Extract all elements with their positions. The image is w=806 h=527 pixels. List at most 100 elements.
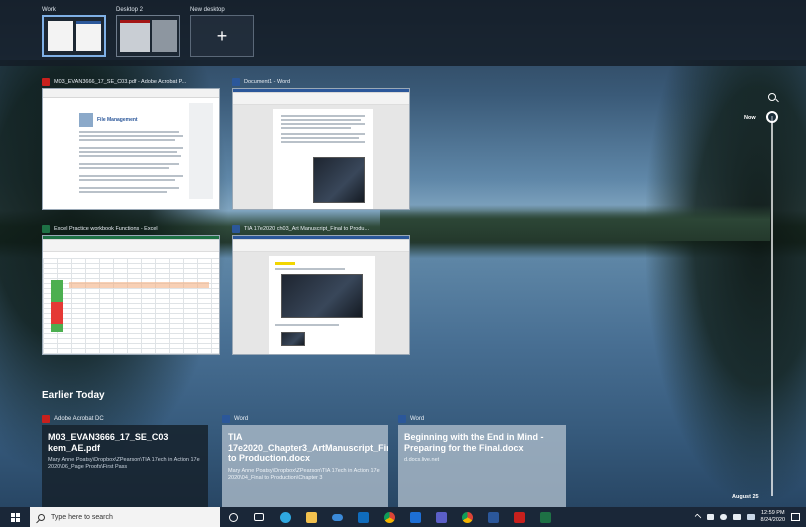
- start-button[interactable]: [0, 507, 30, 527]
- mini-window: [76, 21, 101, 51]
- embedded-screenshot: [313, 157, 365, 203]
- side-panel: [189, 103, 213, 199]
- window-word-document1[interactable]: Document1 - Word: [232, 75, 410, 210]
- chrome-icon[interactable]: [376, 507, 402, 527]
- desktop-2[interactable]: Desktop 2: [116, 5, 180, 57]
- chrome-profile-icon[interactable]: [454, 507, 480, 527]
- cortana-icon[interactable]: [220, 507, 246, 527]
- embedded-screenshot: [281, 332, 305, 346]
- window-title-bar: Document1 - Word: [232, 75, 410, 88]
- teams-icon[interactable]: [428, 507, 454, 527]
- window-acrobat[interactable]: M03_EVAN3666_17_SE_C03.pdf - Adobe Acrob…: [42, 75, 220, 210]
- window-excel[interactable]: Excel Practice workbook Functions - Exce…: [42, 222, 220, 355]
- activity-card[interactable]: Adobe Acrobat DC M03_EVAN3666_17_SE_C03 …: [42, 412, 208, 508]
- card-app-row: Word: [398, 412, 566, 425]
- edge-icon[interactable]: [272, 507, 298, 527]
- card-subtitle: d.docs.live.net: [404, 457, 440, 463]
- highlight-cells-red: [51, 302, 63, 324]
- document-page: [269, 256, 375, 354]
- acrobat-taskbar-icon[interactable]: [506, 507, 532, 527]
- ribbon: [233, 93, 409, 105]
- document-page: [273, 109, 373, 209]
- window-preview[interactable]: [232, 88, 410, 210]
- card-body[interactable]: TIA 17e2020_Chapter3_ArtManuscript_Final…: [222, 425, 388, 508]
- window-preview[interactable]: [42, 235, 220, 355]
- windows-logo-icon: [10, 512, 20, 522]
- activity-card[interactable]: Word Beginning with the End in Mind - Pr…: [398, 412, 566, 508]
- window-title: M03_EVAN3666_17_SE_C03.pdf - Adobe Acrob…: [54, 78, 187, 85]
- card-app-label: Adobe Acrobat DC: [54, 415, 104, 422]
- card-body[interactable]: Beginning with the End in Mind - Prepari…: [398, 425, 566, 508]
- timeline-handle[interactable]: [766, 111, 778, 123]
- card-body[interactable]: M03_EVAN3666_17_SE_C03 kem_AE.pdf Mary A…: [42, 425, 208, 508]
- taskbar-search-box[interactable]: Type here to search: [30, 507, 220, 527]
- mini-window: [152, 20, 177, 52]
- task-view-icon[interactable]: [246, 507, 272, 527]
- plus-icon: +: [216, 25, 228, 46]
- figure-image: [79, 113, 93, 127]
- network-icon[interactable]: [746, 514, 755, 520]
- mail-icon[interactable]: [402, 507, 428, 527]
- timeline-scrollbar[interactable]: [771, 116, 773, 496]
- header-row: [69, 282, 209, 288]
- window-title: Document1 - Word: [244, 78, 291, 85]
- excel-taskbar-icon[interactable]: [532, 507, 558, 527]
- card-app-label: Word: [410, 415, 425, 422]
- clock-date: 8/24/2020: [760, 517, 785, 523]
- taskbar-clock[interactable]: 12:59 PM 8/24/2020: [761, 510, 785, 524]
- card-subtitle: Mary Anne Poatsy\Dropbox\ZPearson\TIA 17…: [228, 467, 380, 481]
- window-word-tia[interactable]: TIA 17e2020 ch03_Art Manuscript_Final to…: [232, 222, 410, 355]
- desktop-label: Work: [42, 7, 56, 13]
- window-title-bar: Excel Practice workbook Functions - Exce…: [42, 222, 220, 235]
- onedrive-icon[interactable]: [324, 507, 350, 527]
- embedded-screenshot: [281, 274, 363, 318]
- battery-icon[interactable]: [706, 514, 714, 520]
- activity-card[interactable]: Word TIA 17e2020_Chapter3_ArtManuscript_…: [222, 412, 388, 508]
- search-placeholder: Type here to search: [51, 513, 113, 521]
- chevron-up-icon[interactable]: [693, 513, 702, 521]
- new-desktop-button[interactable]: +: [190, 15, 254, 57]
- card-title: TIA 17e2020_Chapter3_ArtManuscript_Final…: [228, 432, 388, 463]
- spreadsheet-grid[interactable]: [43, 258, 219, 354]
- desktop-thumbnail[interactable]: [116, 15, 180, 57]
- card-app-row: Adobe Acrobat DC: [42, 412, 208, 425]
- search-icon: [38, 513, 45, 521]
- window-title: Excel Practice workbook Functions - Exce…: [54, 225, 158, 232]
- volume-icon[interactable]: [732, 514, 741, 520]
- notification-icon[interactable]: [791, 513, 800, 521]
- taskbar: Type here to search 12:59 PM 8/24/2020: [0, 507, 806, 527]
- virtual-desktops-bar: Work Desktop 2 New desktop +: [0, 0, 806, 66]
- mini-window: [120, 20, 150, 52]
- timeline-date-label: August 25: [732, 494, 759, 500]
- card-title: M03_EVAN3666_17_SE_C03 kem_AE.pdf: [48, 432, 169, 453]
- wallpaper-trees-right: [646, 60, 806, 500]
- timeline-now-label: Now: [744, 115, 756, 121]
- clock-time: 12:59 PM: [760, 510, 785, 516]
- wallpaper-treeline: [380, 205, 770, 241]
- system-tray: 12:59 PM 8/24/2020: [693, 507, 806, 527]
- file-explorer-icon[interactable]: [298, 507, 324, 527]
- desktop-label: Desktop 2: [116, 7, 144, 13]
- word-taskbar-icon[interactable]: [480, 507, 506, 527]
- window-preview[interactable]: File Management: [42, 88, 220, 210]
- desktop-thumbnail[interactable]: [42, 15, 106, 57]
- window-preview[interactable]: [232, 235, 410, 355]
- outlook-icon[interactable]: [350, 507, 376, 527]
- mini-window: [48, 21, 73, 51]
- cloud-icon[interactable]: [719, 514, 727, 520]
- word-icon: [232, 224, 240, 233]
- doc-heading: File Management: [97, 117, 138, 123]
- new-desktop[interactable]: New desktop +: [190, 5, 254, 57]
- word-icon: [222, 414, 230, 423]
- desktop-work[interactable]: Work: [42, 5, 106, 57]
- timeline-search-icon[interactable]: [768, 93, 776, 101]
- window-title-bar: M03_EVAN3666_17_SE_C03.pdf - Adobe Acrob…: [42, 75, 220, 88]
- card-app-row: Word: [222, 412, 388, 425]
- window-title-bar: TIA 17e2020 ch03_Art Manuscript_Final to…: [232, 222, 410, 235]
- card-app-label: Word: [234, 415, 249, 422]
- highlighted-text: [275, 262, 295, 265]
- app-toolbar: [43, 89, 219, 98]
- word-icon: [232, 77, 240, 86]
- card-title: Beginning with the End in Mind - Prepari…: [404, 432, 544, 453]
- acrobat-icon: [42, 414, 50, 423]
